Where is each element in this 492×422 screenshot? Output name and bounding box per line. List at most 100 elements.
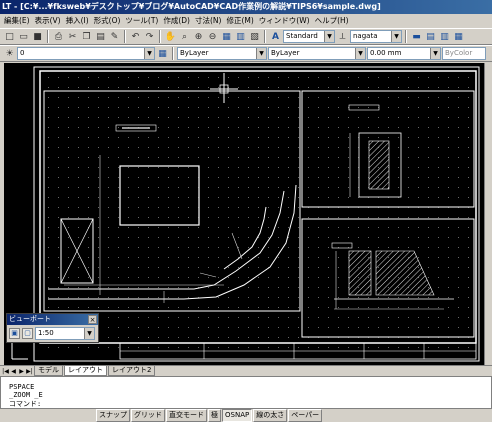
toolbar-separator	[172, 47, 174, 60]
prev-tab-icon[interactable]: ◀	[10, 368, 17, 375]
chevron-down-icon: ▼	[355, 48, 365, 59]
command-history-1: PSPACE	[9, 383, 35, 391]
color-value: ByLayer	[180, 49, 209, 57]
text-style-icon[interactable]: A	[269, 30, 282, 43]
plotstyle-select[interactable]: ByColor	[442, 47, 486, 60]
menu-window[interactable]: ウィンドウ(W)	[259, 14, 310, 28]
menu-dimension[interactable]: 寸法(N)	[195, 14, 221, 28]
layer-on-icon[interactable]: ☀	[3, 47, 16, 60]
chevron-down-icon: ▼	[84, 328, 94, 339]
text-style-value: Standard	[286, 32, 318, 40]
menu-bar: 編集(E) 表示(V) 挿入(I) 形式(O) ツール(T) 作成(D) 寸法(…	[0, 14, 492, 28]
linetype-value: ByLayer	[271, 49, 300, 57]
redo-icon[interactable]: ↷	[143, 30, 156, 43]
toolbar-separator	[264, 30, 266, 43]
status-button[interactable]: 極	[208, 409, 221, 422]
autocad-window: LT - [C:¥...¥fksweb¥デスクトップ¥ブログ¥AutoCAD¥C…	[0, 0, 492, 422]
text-style-select[interactable]: Standard ▼	[283, 30, 335, 43]
toolbar-separator	[159, 30, 161, 43]
status-button[interactable]: OSNAP	[222, 409, 253, 422]
undo-icon[interactable]: ↶	[129, 30, 142, 43]
menu-draw[interactable]: 作成(D)	[163, 14, 190, 28]
chevron-down-icon: ▼	[256, 48, 266, 59]
command-history-2: _ZOOM _E	[9, 391, 43, 399]
right-frame	[484, 63, 492, 365]
viewport-dialog-icon[interactable]: ▣	[9, 328, 20, 339]
open-icon[interactable]: ▭	[17, 30, 30, 43]
pan-icon[interactable]: ✋	[164, 30, 177, 43]
layer-previous-icon[interactable]: ▤	[424, 30, 437, 43]
status-button[interactable]: ペーパー	[288, 409, 323, 422]
layer-select[interactable]: 0 ▼	[17, 47, 155, 60]
viewport-toolbar-label: ビューポート	[9, 315, 51, 323]
menu-insert[interactable]: 挿入(I)	[66, 14, 89, 28]
command-prompt[interactable]: コマンド:	[9, 399, 41, 409]
toolbar-separator	[405, 30, 407, 43]
viewport-scale-value: 1:50	[38, 329, 54, 337]
match-icon[interactable]: ✎	[108, 30, 121, 43]
menu-edit[interactable]: 編集(E)	[4, 14, 30, 28]
status-button[interactable]: 線の太さ	[253, 409, 288, 422]
detail-top-hatch	[368, 140, 390, 190]
menu-view[interactable]: 表示(V)	[35, 14, 61, 28]
title-bar: LT - [C:¥...¥fksweb¥デスクトップ¥ブログ¥AutoCAD¥C…	[0, 0, 492, 14]
dim-style-value: nagata	[353, 32, 378, 40]
chevron-down-icon: ▼	[430, 48, 440, 59]
chevron-down-icon: ▼	[324, 31, 334, 42]
lineweight-select[interactable]: 0.00 mm ▼	[367, 47, 441, 60]
color-select[interactable]: ByLayer ▼	[177, 47, 267, 60]
tab-layout1[interactable]: レイアウト	[64, 366, 107, 376]
tool-palette-icon[interactable]: ▧	[248, 30, 261, 43]
layer-value: 0	[20, 49, 25, 57]
chevron-down-icon: ▼	[144, 48, 154, 59]
layer-icon[interactable]: ▦	[452, 30, 465, 43]
close-icon[interactable]: ×	[88, 315, 97, 324]
paste-icon[interactable]: ▤	[94, 30, 107, 43]
viewport-toolbar-title: ビューポート ×	[7, 314, 98, 325]
viewport-toolbar-body: ▣ ▢ 1:50 ▼	[7, 325, 98, 342]
status-bar: スナップ グリッド 直交モード極 OSNAP 線の太さ ペーパー	[0, 409, 492, 422]
dim-style-select[interactable]: nagata ▼	[350, 30, 402, 43]
save-icon[interactable]: ■	[31, 30, 44, 43]
detail-bottom-hatch	[348, 250, 372, 296]
status-button[interactable]: 直交モード	[166, 409, 207, 422]
tab-model[interactable]: モデル	[34, 366, 63, 376]
new-icon[interactable]: □	[3, 30, 16, 43]
menu-help[interactable]: ヘルプ(H)	[315, 14, 349, 28]
properties-icon[interactable]: ▦	[220, 30, 233, 43]
copy-icon[interactable]: ❐	[80, 30, 93, 43]
chevron-down-icon: ▼	[391, 31, 401, 42]
print-icon[interactable]: ⎙	[52, 30, 65, 43]
menu-format[interactable]: 形式(O)	[94, 14, 121, 28]
last-tab-icon[interactable]: ▶|	[26, 368, 33, 375]
status-button[interactable]: スナップ	[96, 409, 130, 422]
make-current-icon[interactable]: ▦	[156, 47, 169, 60]
zoom-icon[interactable]: ⌕	[178, 30, 191, 43]
toolbar-separator	[124, 30, 126, 43]
cut-icon[interactable]: ✂	[66, 30, 79, 43]
linetype-select[interactable]: ByLayer ▼	[268, 47, 366, 60]
toolbar-separator	[47, 30, 49, 43]
lineweight-value: 0.00 mm	[370, 49, 402, 57]
zoom-previous-icon[interactable]: ⊖	[206, 30, 219, 43]
tab-layout2[interactable]: レイアウト2	[108, 366, 156, 376]
first-tab-icon[interactable]: |◀	[2, 368, 9, 375]
properties-toolbar: ☀ 0 ▼ ▦ ByLayer ▼ ByLayer ▼ 0.00 mm ▼ ByColo…	[0, 45, 492, 62]
layer-manager-icon[interactable]: ▬	[410, 30, 423, 43]
single-viewport-icon[interactable]: ▢	[22, 328, 33, 339]
zoom-window-icon[interactable]: ⊕	[192, 30, 205, 43]
status-button[interactable]: グリッド	[131, 409, 165, 422]
viewport-scale-select[interactable]: 1:50 ▼	[35, 327, 95, 340]
design-center-icon[interactable]: ▥	[234, 30, 247, 43]
menu-modify[interactable]: 修正(M)	[226, 14, 253, 28]
layout-tabs: |◀ ◀ ▶ ▶| モデル レイアウト レイアウト2	[0, 365, 492, 376]
layer-state-icon[interactable]: ▥	[438, 30, 451, 43]
next-tab-icon[interactable]: ▶	[18, 368, 25, 375]
window-title: LT - [C:¥...¥fksweb¥デスクトップ¥ブログ¥AutoCAD¥C…	[2, 2, 381, 11]
plotstyle-value: ByColor	[445, 49, 473, 57]
viewport-toolbar: ビューポート × ▣ ▢ 1:50 ▼	[6, 313, 99, 343]
menu-tools[interactable]: ツール(T)	[125, 14, 158, 28]
command-window[interactable]: PSPACE _ZOOM _E コマンド:	[0, 376, 492, 409]
dim-style-icon[interactable]: ⟂	[336, 30, 349, 43]
standard-toolbar: □ ▭ ■ ⎙ ✂ ❐ ▤ ✎ ↶ ↷ ✋ ⌕ ⊕ ⊖ ▦ ▥ ▧ A Stan…	[0, 28, 492, 45]
